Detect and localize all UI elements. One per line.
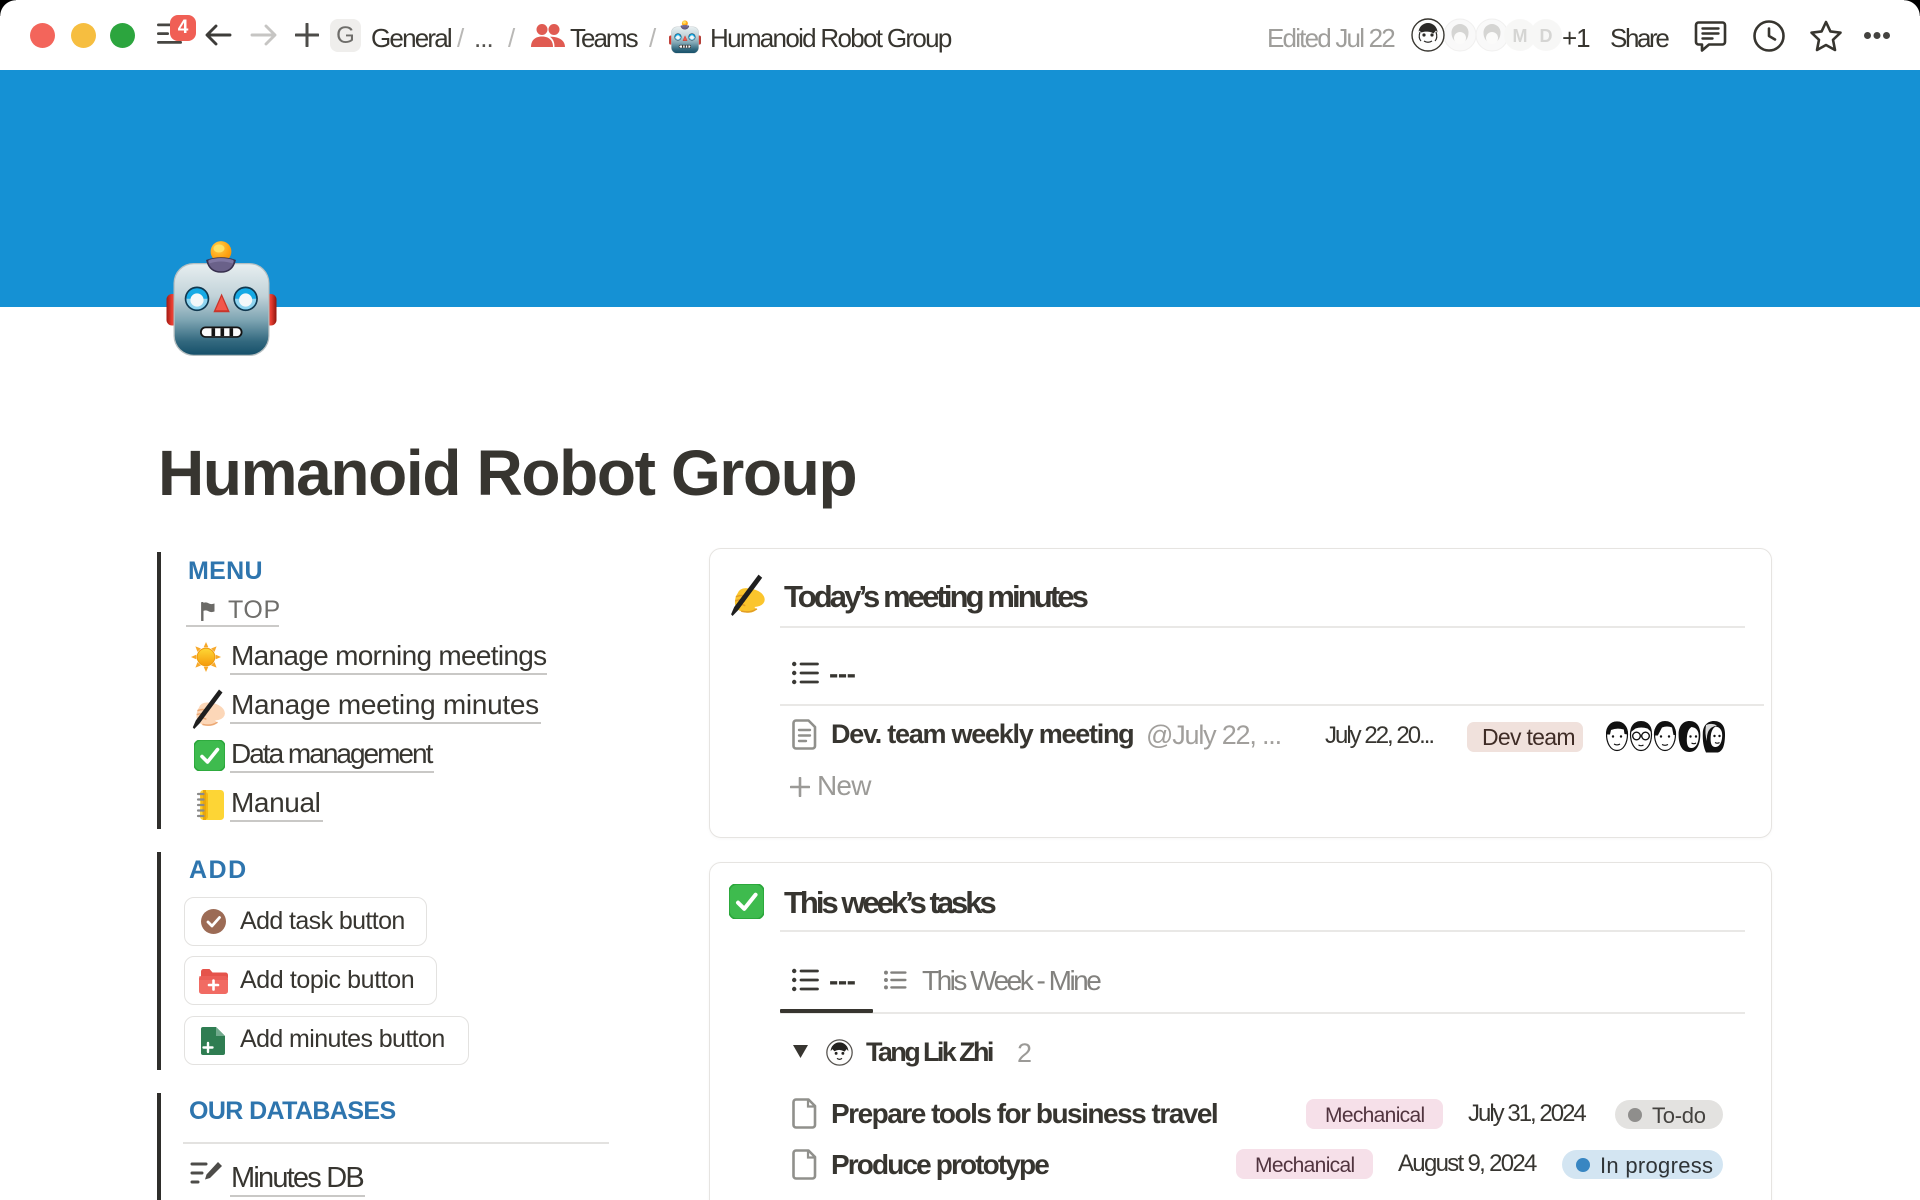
svg-text:D: D bbox=[1540, 26, 1553, 46]
svg-text:M: M bbox=[1513, 26, 1528, 46]
